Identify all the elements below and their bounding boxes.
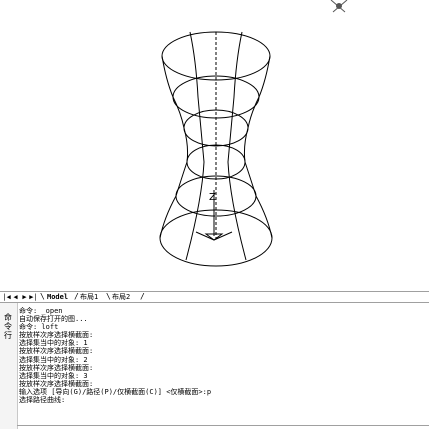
layout-tab-bar: |◀ ◀ ▶ ▶| \ Model / 布局1 \ 布局2 /: [0, 291, 429, 303]
command-window-border: [17, 425, 429, 426]
ucs-z-label: Z: [209, 192, 216, 203]
last-tab-button[interactable]: ▶|: [29, 292, 38, 302]
next-tab-button[interactable]: ▶: [20, 292, 29, 302]
isoline-right[interactable]: [227, 31, 247, 261]
command-line: 输入选项 [导向(G)/路径(P)/仅横截面(C)] <仅横截面>:p: [19, 387, 212, 396]
first-tab-button[interactable]: |◀: [2, 292, 11, 302]
command-line: 选择集当中的对象: 2: [19, 355, 88, 364]
command-line: 自动保存打开的图...: [19, 315, 88, 324]
command-line: 按放样次序选择横截面:: [19, 363, 94, 372]
command-window[interactable]: 命令行 命令: _open 自动保存打开的图... 命令: loft 按放样次序…: [0, 303, 429, 429]
viewcube-icon[interactable]: [330, 0, 348, 13]
drawing-canvas[interactable]: Z: [0, 0, 429, 291]
isoline-left[interactable]: [185, 31, 205, 261]
prev-tab-button[interactable]: ◀: [11, 292, 20, 302]
drawing-viewport[interactable]: Z: [0, 0, 429, 291]
tab-separator: /: [140, 292, 145, 301]
command-line: 按放样次序选择横截面:: [19, 379, 94, 388]
command-window-title: 命令行: [4, 313, 12, 340]
loft-surface[interactable]: [159, 31, 273, 267]
tab-layout1[interactable]: 布局1: [78, 292, 100, 302]
tab-model[interactable]: Model: [45, 292, 70, 302]
command-window-handle[interactable]: 命令行: [0, 303, 18, 429]
command-line: 命令: _open: [19, 307, 63, 315]
command-line: 选择集当中的对象: 3: [19, 371, 88, 380]
command-line: 按放样次序选择横截面:: [19, 347, 94, 356]
command-history: 命令: _open 自动保存打开的图... 命令: loft 按放样次序选择横截…: [19, 307, 424, 404]
command-input-line[interactable]: 选择路径曲线:: [19, 396, 424, 404]
tab-layout2[interactable]: 布局2: [110, 292, 132, 302]
